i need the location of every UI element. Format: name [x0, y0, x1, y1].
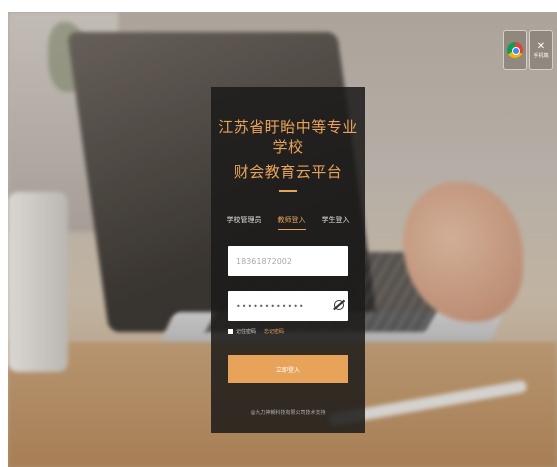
login-tabs: 学校管理员 教师登入 学生登入 [211, 215, 365, 230]
password-value: •••••••••••• [236, 301, 305, 311]
tab-school-admin[interactable]: 学校管理员 [227, 215, 262, 225]
top-right-toolbar: ✕ 手机端 [503, 30, 553, 70]
tools-label: 手机端 [533, 52, 549, 59]
remember-checkbox[interactable] [228, 329, 233, 334]
eye-off-icon[interactable] [334, 300, 344, 310]
password-input[interactable]: •••••••••••• [228, 291, 348, 321]
username-value: 18361872002 [236, 256, 292, 266]
remember-label: 记住密码 [236, 329, 257, 335]
chrome-button[interactable] [503, 30, 527, 70]
platform-name: 财会教育云平台 [233, 163, 343, 181]
tab-teacher-login[interactable]: 教师登入 [277, 215, 306, 230]
login-panel: 江苏省盱眙中等专业学校 财会教育云平台 学校管理员 教师登入 学生登入 1836… [211, 87, 365, 433]
forgot-password-link[interactable]: 忘记密码 [264, 328, 284, 335]
tab-student-login[interactable]: 学生登入 [322, 215, 350, 225]
login-button[interactable]: 立即登入 [228, 355, 348, 383]
tools-icon: ✕ [536, 40, 546, 52]
title-underline [279, 190, 297, 192]
username-input[interactable]: 18361872002 [228, 246, 348, 276]
school-name: 江苏省盱眙中等专业学校 [218, 118, 358, 156]
footer-credit: @九力神朝科技有限公司技术支持 [250, 410, 326, 416]
tools-button[interactable]: ✕ 手机端 [529, 30, 553, 70]
remember-row: 记住密码 忘记密码 [228, 328, 365, 335]
chrome-icon [507, 42, 523, 58]
